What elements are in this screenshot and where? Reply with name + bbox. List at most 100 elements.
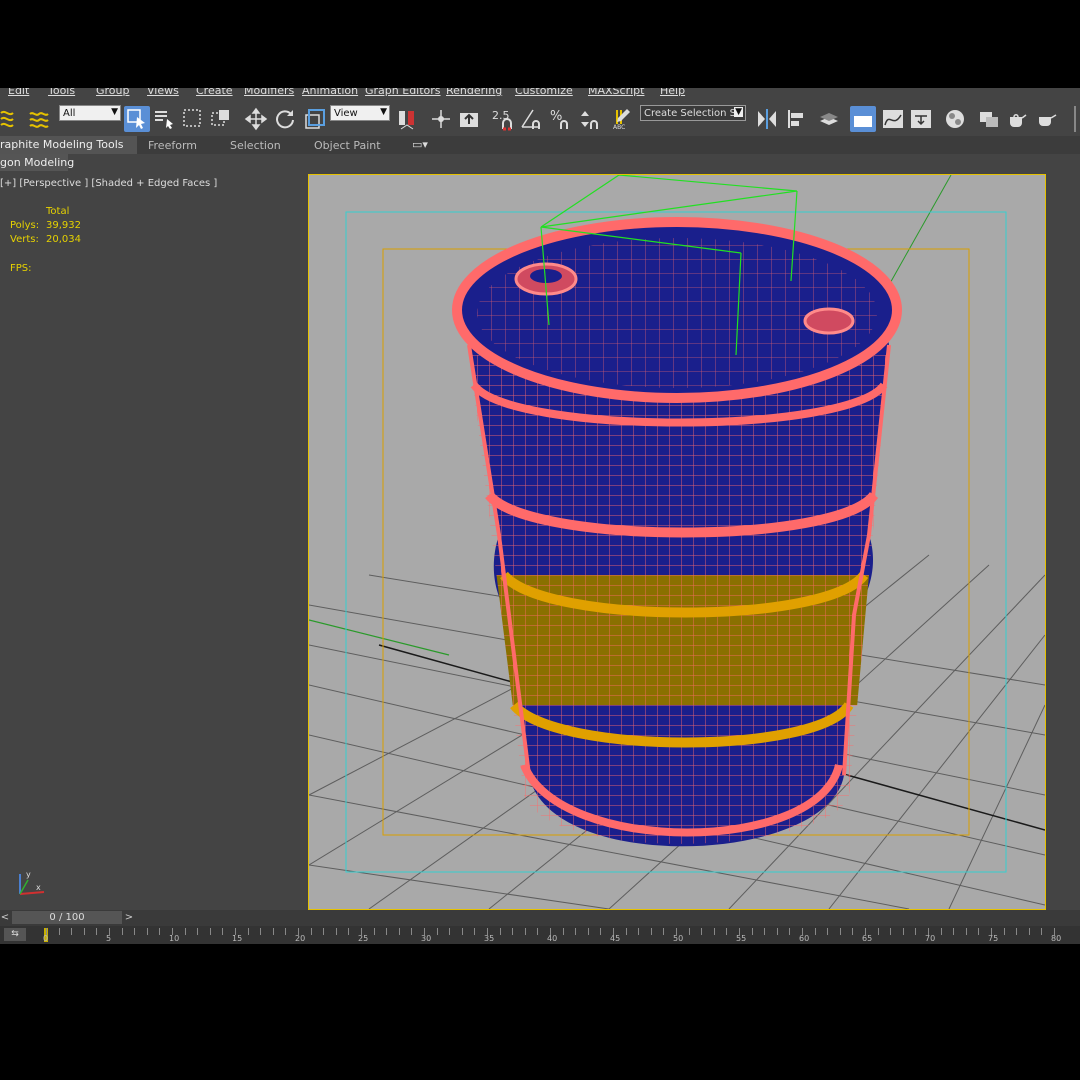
track-tick (562, 928, 564, 935)
track-tick (436, 928, 438, 935)
track-tick-label: 25 (358, 934, 369, 943)
scale-icon[interactable] (302, 106, 328, 132)
menu-bar: Edit Tools Group Views Create Modifiers … (0, 88, 1080, 100)
track-tick (411, 928, 413, 935)
named-selection-set-dropdown[interactable]: Create Selection Se ▼ (640, 105, 746, 121)
fps-label: FPS: (10, 263, 32, 274)
track-tick (512, 928, 514, 935)
menu-modifiers[interactable]: Modifiers (244, 88, 294, 97)
viewport-label[interactable]: [+] [Perspective ] [Shaded + Edged Faces… (0, 178, 217, 189)
time-slider[interactable]: 0 / 100 (12, 911, 122, 924)
snaps-toggle-icon[interactable]: 2.5 (490, 106, 516, 132)
track-tick (663, 928, 665, 935)
tab-selection[interactable]: Selection (230, 139, 281, 152)
reference-coordinate-dropdown[interactable]: View ▼ (330, 105, 390, 121)
layer-manager-icon[interactable] (816, 106, 842, 132)
track-tick-label: 70 (925, 934, 936, 943)
tab-graphite-modeling-tools[interactable]: raphite Modeling Tools (0, 136, 138, 154)
percent-snap-icon[interactable]: % (548, 106, 574, 132)
menu-customize[interactable]: Customize (515, 88, 573, 97)
window-crossing-icon[interactable] (208, 106, 234, 132)
spinner-snap-icon[interactable] (578, 106, 604, 132)
track-tick-label: 45 (610, 934, 621, 943)
menu-tools[interactable]: Tools (48, 88, 75, 97)
track-tick (751, 928, 753, 935)
track-tick (915, 928, 917, 935)
viewport-info-area: [+] [Perspective ] [Shaded + Edged Faces… (0, 172, 306, 908)
track-tick (877, 928, 879, 935)
move-icon[interactable] (243, 106, 269, 132)
track-tick (638, 928, 640, 935)
menu-views[interactable]: Views (147, 88, 179, 97)
edit-named-selection-icon[interactable]: ABC (610, 106, 636, 132)
menu-edit[interactable]: Edit (8, 88, 29, 97)
track-tick-label: 80 (1051, 934, 1062, 943)
track-tick-label: 75 (988, 934, 999, 943)
track-bar-toggle-icon[interactable]: ⇆ (4, 928, 26, 941)
track-tick (688, 928, 690, 935)
mirror-icon[interactable] (754, 106, 780, 132)
prev-frame-button[interactable]: < (0, 911, 10, 924)
selection-filter-dropdown[interactable]: All ▼ (59, 105, 121, 121)
material-editor-icon[interactable] (942, 106, 968, 132)
track-tick (272, 928, 274, 935)
perspective-viewport[interactable] (308, 174, 1046, 910)
track-tick (764, 928, 766, 935)
link-icon[interactable] (0, 106, 22, 132)
time-slider-bar: < 0 / 100 > (0, 910, 1080, 926)
viewport-scene (309, 175, 1045, 909)
tab-freeform[interactable]: Freeform (148, 139, 197, 152)
track-bar[interactable]: ⇆ 0 5 10 15 20 25 30 35 40 45 50 55 60 65 70 75 80 (0, 926, 1080, 944)
select-by-name-icon[interactable] (152, 106, 178, 132)
svg-text:y: y (26, 870, 31, 879)
track-tick-label: 60 (799, 934, 810, 943)
track-tick (323, 928, 325, 935)
polys-label: Polys: (10, 220, 40, 231)
menu-group[interactable]: Group (96, 88, 130, 97)
chevron-down-icon: ▼ (734, 107, 743, 117)
track-tick (335, 928, 337, 935)
polygon-modeling-panel[interactable]: gon Modeling (0, 154, 74, 171)
svg-text:ABC: ABC (613, 124, 625, 131)
track-tick (71, 928, 73, 935)
track-tick (978, 928, 980, 935)
pivot-point-icon[interactable] (394, 106, 420, 132)
track-tick (1028, 928, 1030, 935)
menu-create[interactable]: Create (196, 88, 233, 97)
track-tick (537, 928, 539, 935)
menu-help[interactable]: Help (660, 88, 685, 97)
select-manipulate-icon[interactable] (428, 106, 454, 132)
graphite-ribbon: raphite Modeling Tools Freeform Selectio… (0, 136, 1080, 154)
toggle-ribbon-icon[interactable] (850, 106, 876, 132)
angle-snap-icon[interactable] (518, 106, 544, 132)
render-teapot-icon[interactable] (1004, 106, 1030, 132)
world-z-axis (888, 175, 952, 286)
curve-editor-icon[interactable] (880, 106, 906, 132)
render-setup-icon[interactable] (976, 106, 1002, 132)
menu-maxscript[interactable]: MAXScript (588, 88, 644, 97)
rectangular-selection-icon[interactable] (180, 106, 206, 132)
menu-animation[interactable]: Animation (302, 88, 358, 97)
quick-render-icon[interactable] (1034, 106, 1060, 132)
keyboard-shortcut-icon[interactable] (456, 106, 482, 132)
track-tick (159, 928, 161, 935)
track-tick (575, 928, 577, 935)
next-frame-button[interactable]: > (124, 911, 134, 924)
tab-object-paint[interactable]: Object Paint (314, 139, 381, 152)
track-tick (650, 928, 652, 935)
select-object-icon[interactable] (124, 106, 150, 132)
track-tick-label: 10 (169, 934, 180, 943)
track-tick (1003, 928, 1005, 935)
menu-graph-editors[interactable]: Graph Editors (365, 88, 441, 97)
menu-rendering[interactable]: Rendering (446, 88, 502, 97)
track-tick (1041, 928, 1043, 935)
track-tick (348, 928, 350, 935)
ribbon-options-icon[interactable]: ▭▾ (412, 138, 428, 151)
rotate-icon[interactable] (272, 106, 298, 132)
schematic-view-icon[interactable] (908, 106, 934, 132)
axis-tripod-icon: y x (19, 870, 45, 895)
track-tick (386, 928, 388, 935)
align-icon[interactable] (784, 106, 810, 132)
track-tick (247, 928, 249, 935)
bind-space-warp-icon[interactable] (26, 106, 52, 132)
